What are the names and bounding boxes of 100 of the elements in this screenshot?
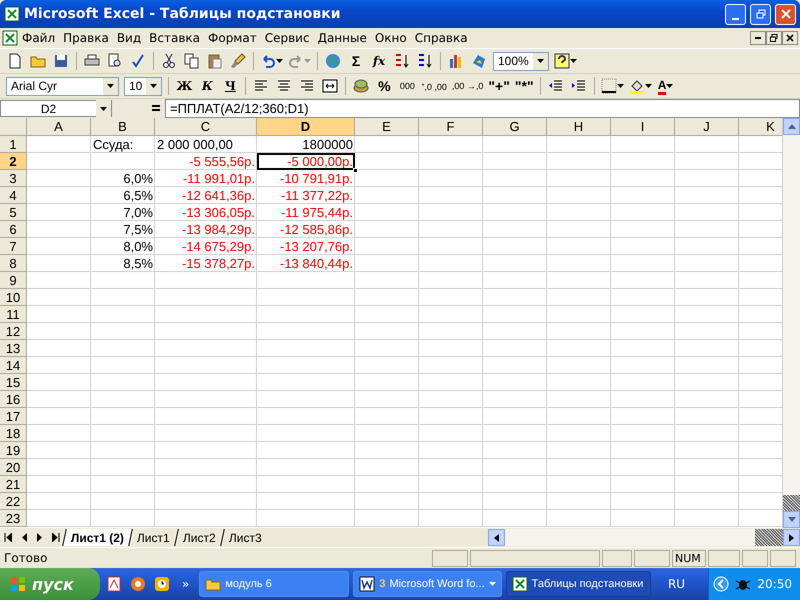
column-header[interactable]: J xyxy=(675,118,739,136)
sheet-tab[interactable]: Лист1 (2) xyxy=(62,529,132,546)
toolbar-button[interactable]: ⁺,0 ,00 xyxy=(419,75,449,97)
minimize-button[interactable] xyxy=(750,31,766,45)
scrollbar-thumb[interactable] xyxy=(783,495,800,511)
menu-item[interactable]: Формат xyxy=(204,31,261,45)
status-panel xyxy=(770,550,796,566)
minimize-icon xyxy=(732,18,739,20)
row-header[interactable]: 15 xyxy=(0,374,27,391)
row-header[interactable]: 9 xyxy=(0,272,27,289)
row-header[interactable]: 20 xyxy=(0,459,27,476)
row-header[interactable]: 1 xyxy=(0,136,27,153)
row-header[interactable]: 6 xyxy=(0,221,27,238)
eye-icon xyxy=(130,576,146,592)
table-cell: -5 000,00р. xyxy=(257,153,355,170)
toolbar-button[interactable]: Ж xyxy=(173,75,196,97)
menu-item[interactable]: Справка xyxy=(410,31,472,45)
row-header[interactable]: 19 xyxy=(0,442,27,459)
toolbar-button[interactable]: 000 xyxy=(396,75,418,97)
row-header[interactable]: 21 xyxy=(0,476,27,493)
row-header[interactable]: 11 xyxy=(0,306,27,323)
row-header[interactable]: 3 xyxy=(0,170,27,187)
equals-icon xyxy=(151,104,161,112)
column-header[interactable]: K xyxy=(739,118,782,136)
up-arrow-icon xyxy=(788,124,796,129)
menu-item[interactable]: Вид xyxy=(112,31,146,45)
row-header[interactable]: 12 xyxy=(0,323,27,340)
toolbar-button[interactable]: fx xyxy=(368,50,390,72)
column-header[interactable]: E xyxy=(355,118,419,136)
map-icon xyxy=(471,53,487,69)
taskbar-button[interactable]: 3 Microsoft Word fo... xyxy=(353,571,502,597)
vertical-scrollbar[interactable] xyxy=(782,118,800,528)
toolbar-button[interactable]: К xyxy=(196,75,218,97)
table-cell-text: 8,5% xyxy=(122,255,154,272)
menu-item[interactable]: Правка xyxy=(59,31,113,45)
row-header[interactable]: 17 xyxy=(0,408,27,425)
table-cell-text: 2 000 000,00 xyxy=(156,136,234,153)
menu-item[interactable]: Сервис xyxy=(260,31,314,45)
restore-button[interactable] xyxy=(766,31,782,45)
column-header[interactable]: A xyxy=(27,118,91,136)
window-title: Microsoft Excel - Таблицы подстановки xyxy=(24,6,342,22)
taskbar-icon[interactable] xyxy=(128,574,148,594)
table-cell-text: 6,0% xyxy=(122,170,154,187)
row-header[interactable]: 22 xyxy=(0,493,27,510)
bar-chart-icon xyxy=(448,53,464,69)
paint-bucket-icon xyxy=(628,78,645,94)
column-header[interactable]: C xyxy=(155,118,257,136)
toolbar-button[interactable]: Ч xyxy=(219,75,242,97)
dropdown-field[interactable]: 100% xyxy=(493,52,549,70)
spreadsheet-icon xyxy=(512,576,528,592)
status-panel xyxy=(432,550,468,566)
dropdown-field[interactable]: 10 xyxy=(124,76,162,96)
column-header[interactable]: D xyxy=(257,118,355,136)
brush-icon xyxy=(230,53,246,69)
table-cell-text: -11 991,01р. xyxy=(182,170,256,187)
column-header[interactable]: F xyxy=(419,118,483,136)
column-header[interactable]: H xyxy=(547,118,611,136)
row-header[interactable]: 4 xyxy=(0,187,27,204)
row-header[interactable]: 13 xyxy=(0,340,27,357)
toolbar-button[interactable]: Σ xyxy=(345,50,367,72)
caret-icon xyxy=(100,106,107,110)
row-header[interactable]: 8 xyxy=(0,255,27,272)
clipboard-icon xyxy=(207,53,223,69)
row-header[interactable]: 7 xyxy=(0,238,27,255)
row-header[interactable]: 14 xyxy=(0,357,27,374)
previous-icon xyxy=(21,533,27,542)
column-header[interactable]: I xyxy=(611,118,675,136)
menu-item[interactable]: Файл xyxy=(18,31,60,45)
dropdown-field[interactable]: Arial Cyr xyxy=(6,76,119,96)
column-header[interactable]: B xyxy=(91,118,155,136)
formula-field[interactable]: =ППЛАТ(A2/12;360;D1) xyxy=(165,99,800,118)
toolbar-button[interactable]: % xyxy=(373,75,396,97)
row-header[interactable]: 18 xyxy=(0,425,27,442)
more-button[interactable]: » xyxy=(182,577,190,591)
name-box[interactable]: D2 xyxy=(0,100,112,117)
menu-item[interactable]: Окно xyxy=(370,31,411,45)
status-panel xyxy=(602,550,632,566)
font-color-button[interactable]: A xyxy=(654,75,677,97)
taskbar-icon[interactable] xyxy=(152,574,172,594)
menu-item[interactable]: Вставка xyxy=(145,31,204,45)
taskbar-button[interactable]: Таблицы подстановки xyxy=(506,571,651,597)
preview-icon xyxy=(107,53,123,69)
caret-icon xyxy=(276,59,283,63)
toolbar-button[interactable]: "+" xyxy=(486,75,512,97)
horizontal-scrollbar[interactable] xyxy=(488,529,800,546)
scrollbar-thumb[interactable] xyxy=(755,529,783,546)
row-header[interactable]: 10 xyxy=(0,289,27,306)
column-header[interactable]: G xyxy=(483,118,547,136)
row-header[interactable]: 23 xyxy=(0,510,27,527)
toolbar-button[interactable]: "*" xyxy=(512,75,536,97)
row-header[interactable]: 16 xyxy=(0,391,27,408)
toolbar-button[interactable]: ,00 →,0 xyxy=(450,75,486,97)
row-header[interactable]: 2 xyxy=(0,153,27,170)
last-icon xyxy=(52,533,60,542)
menu-item[interactable]: Данные xyxy=(314,31,371,45)
copy-icon xyxy=(184,53,200,69)
close-button[interactable] xyxy=(782,31,798,45)
language-indicator[interactable]: RU xyxy=(668,577,686,591)
row-header[interactable]: 5 xyxy=(0,204,27,221)
taskbar-button[interactable]: модуль 6 xyxy=(199,571,350,597)
